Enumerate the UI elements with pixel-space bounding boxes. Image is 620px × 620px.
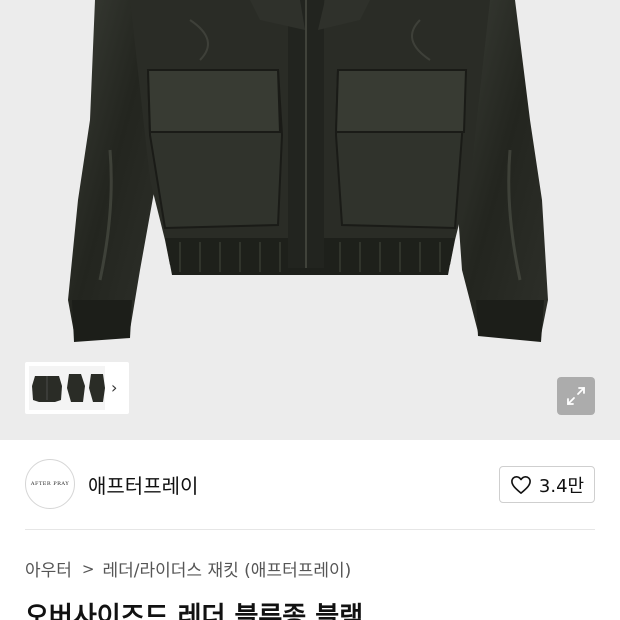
expand-button[interactable] xyxy=(557,377,595,415)
heart-icon xyxy=(510,475,531,494)
breadcrumb-subcategory[interactable]: 레더/라이더스 재킷 (애프터프레이) xyxy=(103,556,352,581)
brand-row: AFTER PRAY 애프터프레이 3.4만 xyxy=(0,440,620,530)
like-button[interactable]: 3.4만 xyxy=(499,466,595,503)
product-page: › AFTER PRAY 애프터프레이 3.4만 아우터 > 레더/라이더스 재… xyxy=(0,0,620,620)
brand-name[interactable]: 애프터프레이 xyxy=(88,470,198,499)
thumbnail-strip[interactable]: › xyxy=(25,362,129,414)
brand-logo-text: AFTER PRAY xyxy=(30,481,70,487)
breadcrumb: 아우터 > 레더/라이더스 재킷 (애프터프레이) xyxy=(25,556,352,582)
thumbnail-images[interactable] xyxy=(29,366,105,410)
expand-icon xyxy=(567,387,585,405)
divider xyxy=(25,529,595,530)
breadcrumb-separator: > xyxy=(81,559,95,578)
product-title: 오버사이즈드 레더 블루종 블랙 xyxy=(25,602,364,620)
brand-logo[interactable]: AFTER PRAY xyxy=(25,459,75,509)
chevron-right-icon[interactable]: › xyxy=(111,380,117,396)
product-image-area[interactable]: › xyxy=(0,0,620,440)
breadcrumb-category[interactable]: 아우터 xyxy=(25,556,72,581)
like-count: 3.4만 xyxy=(538,475,585,497)
